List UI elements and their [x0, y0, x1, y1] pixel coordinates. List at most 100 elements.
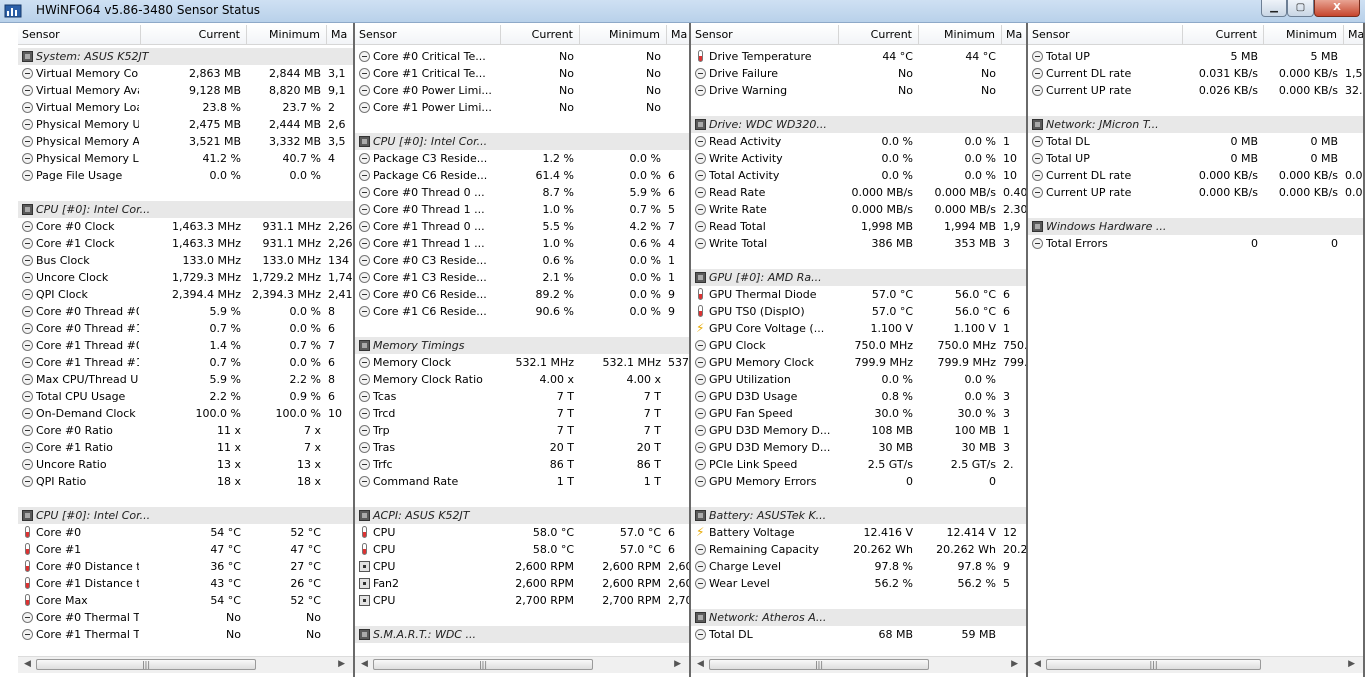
- scrollbar-thumb[interactable]: |||: [36, 659, 256, 670]
- sensor-row[interactable]: Core #0 Critical Te... No No: [355, 48, 689, 65]
- scroll-left-arrow-icon[interactable]: ◀: [697, 659, 704, 669]
- minimize-button[interactable]: ▁: [1261, 0, 1287, 17]
- column-header-current[interactable]: Current: [141, 25, 247, 45]
- sensor-row[interactable]: On-Demand Clock ... 100.0 % 100.0 % 10: [18, 405, 353, 422]
- sensor-group-header[interactable]: CPU [#0]: Intel Cor...: [18, 507, 353, 524]
- sensor-row[interactable]: Total UP 5 MB 5 MB: [1028, 48, 1363, 65]
- sensor-row[interactable]: Core #0 54 °C 52 °C: [18, 524, 353, 541]
- scrollbar-thumb[interactable]: |||: [709, 659, 929, 670]
- sensor-row[interactable]: Virtual Memory Avai... 9,128 MB 8,820 MB 9,…: [18, 82, 353, 99]
- sensor-row[interactable]: Memory Clock Ratio 4.00 x 4.00 x: [355, 371, 689, 388]
- scroll-right-arrow-icon[interactable]: ▶: [1348, 659, 1355, 669]
- sensor-row[interactable]: Core Max 54 °C 52 °C: [18, 592, 353, 609]
- sensor-row[interactable]: Tcas 7 T 7 T: [355, 388, 689, 405]
- sensor-row[interactable]: Package C6 Reside... 61.4 % 0.0 % 6: [355, 167, 689, 184]
- column-header-current[interactable]: Current: [1183, 25, 1264, 45]
- scroll-left-arrow-icon[interactable]: ◀: [1034, 659, 1041, 669]
- sensor-row[interactable]: Trfc 86 T 86 T: [355, 456, 689, 473]
- sensor-row[interactable]: Bus Clock 133.0 MHz 133.0 MHz 134: [18, 252, 353, 269]
- sensor-row[interactable]: Memory Clock 532.1 MHz 532.1 MHz 537.: [355, 354, 689, 371]
- sensor-row[interactable]: Total Activity 0.0 % 0.0 % 10: [691, 167, 1026, 184]
- scroll-right-arrow-icon[interactable]: ▶: [1011, 659, 1018, 669]
- sensor-row[interactable]: Page File Usage 0.0 % 0.0 %: [18, 167, 353, 184]
- scrollbar-thumb[interactable]: |||: [1046, 659, 1261, 670]
- sensor-row[interactable]: Core #1 Ratio 11 x 7 x: [18, 439, 353, 456]
- sensor-row[interactable]: Trp 7 T 7 T: [355, 422, 689, 439]
- sensor-row[interactable]: Write Total 386 MB 353 MB 3: [691, 235, 1026, 252]
- column-header-maximum[interactable]: Ma: [1344, 25, 1363, 45]
- sensor-row[interactable]: Core #1 Thermal T... No No: [18, 626, 353, 643]
- sensor-row[interactable]: CPU 2,700 RPM 2,700 RPM 2,70: [355, 592, 689, 609]
- column-header-current[interactable]: Current: [501, 25, 580, 45]
- sensor-row[interactable]: Total DL 68 MB 59 MB: [691, 626, 1026, 643]
- sensor-row[interactable]: PCIe Link Speed 2.5 GT/s 2.5 GT/s 2.: [691, 456, 1026, 473]
- sensor-row[interactable]: Core #0 Thermal T... No No: [18, 609, 353, 626]
- sensor-row[interactable]: Physical Memory Load 41.2 % 40.7 % 4: [18, 150, 353, 167]
- sensor-group-header[interactable]: Network: Atheros A...: [691, 609, 1026, 626]
- sensor-row[interactable]: Core #0 C6 Reside... 89.2 % 0.0 % 9: [355, 286, 689, 303]
- sensor-row[interactable]: Drive Warning No No: [691, 82, 1026, 99]
- sensor-row[interactable]: Core #1 Power Limi... No No: [355, 99, 689, 116]
- sensor-row[interactable]: Total CPU Usage 2.2 % 0.9 % 6: [18, 388, 353, 405]
- column-header-sensor[interactable]: Sensor: [1028, 25, 1183, 45]
- sensor-row[interactable]: GPU D3D Memory D... 30 MB 30 MB 3: [691, 439, 1026, 456]
- sensor-row[interactable]: GPU Utilization 0.0 % 0.0 %: [691, 371, 1026, 388]
- sensor-row[interactable]: ⚡ GPU Core Voltage (... 1.100 V 1.100 V 1: [691, 320, 1026, 337]
- sensor-row[interactable]: Current UP rate 0.000 KB/s 0.000 KB/s 0.00: [1028, 184, 1363, 201]
- sensor-row[interactable]: Core #0 Thread 0 ... 8.7 % 5.9 % 6: [355, 184, 689, 201]
- sensor-row[interactable]: CPU 58.0 °C 57.0 °C 6: [355, 524, 689, 541]
- sensor-row[interactable]: GPU Clock 750.0 MHz 750.0 MHz 750.: [691, 337, 1026, 354]
- scroll-right-arrow-icon[interactable]: ▶: [674, 659, 681, 669]
- sensor-row[interactable]: Write Rate 0.000 MB/s 0.000 MB/s 2.30: [691, 201, 1026, 218]
- sensor-row[interactable]: GPU Memory Clock 799.9 MHz 799.9 MHz 799.: [691, 354, 1026, 371]
- sensor-row[interactable]: Core #1 Thread 1 ... 1.0 % 0.6 % 4: [355, 235, 689, 252]
- column-header-minimum[interactable]: Minimum: [580, 25, 667, 45]
- sensor-row[interactable]: Core #0 Thread 1 ... 1.0 % 0.7 % 5: [355, 201, 689, 218]
- column-header-current[interactable]: Current: [839, 25, 919, 45]
- sensor-row[interactable]: Core #0 Thread #1... 0.7 % 0.0 % 6: [18, 320, 353, 337]
- sensor-group-header[interactable]: ACPI: ASUS K52JT: [355, 507, 689, 524]
- sensor-row[interactable]: Current DL rate 0.031 KB/s 0.000 KB/s 1,514…: [1028, 65, 1363, 82]
- horizontal-scrollbar[interactable]: ◀ ||| ▶: [1028, 656, 1363, 673]
- sensor-group-header[interactable]: GPU [#0]: AMD Ra...: [691, 269, 1026, 286]
- sensor-row[interactable]: GPU TS0 (DispIO) 57.0 °C 56.0 °C 6: [691, 303, 1026, 320]
- sensor-group-header[interactable]: S.M.A.R.T.: WDC ...: [355, 626, 689, 643]
- sensor-panel-3[interactable]: Sensor Current Minimum Ma Drive Temperature 4…: [691, 23, 1028, 677]
- sensor-row[interactable]: Total UP 0 MB 0 MB: [1028, 150, 1363, 167]
- sensor-row[interactable]: Core #1 Critical Te... No No: [355, 65, 689, 82]
- sensor-row[interactable]: Core #0 Thread #0... 5.9 % 0.0 % 8: [18, 303, 353, 320]
- column-header-sensor[interactable]: Sensor: [691, 25, 839, 45]
- column-header-sensor[interactable]: Sensor: [355, 25, 501, 45]
- column-header-minimum[interactable]: Minimum: [1264, 25, 1344, 45]
- sensor-panel-1[interactable]: Sensor Current Minimum Ma System: ASUS K52JT…: [18, 23, 355, 677]
- sensor-row[interactable]: Core #1 Distance t... 43 °C 26 °C: [18, 575, 353, 592]
- sensor-row[interactable]: Drive Failure No No: [691, 65, 1026, 82]
- sensor-row[interactable]: Read Rate 0.000 MB/s 0.000 MB/s 0.40: [691, 184, 1026, 201]
- sensor-row[interactable]: Trcd 7 T 7 T: [355, 405, 689, 422]
- sensor-group-header[interactable]: CPU [#0]: Intel Cor...: [18, 201, 353, 218]
- close-button[interactable]: X: [1314, 0, 1360, 17]
- sensor-row[interactable]: Uncore Clock 1,729.3 MHz 1,729.2 MHz 1,746: [18, 269, 353, 286]
- sensor-row[interactable]: Read Total 1,998 MB 1,994 MB 1,9: [691, 218, 1026, 235]
- sensor-row[interactable]: Current DL rate 0.000 KB/s 0.000 KB/s 0.00: [1028, 167, 1363, 184]
- sensor-row[interactable]: Total DL 0 MB 0 MB: [1028, 133, 1363, 150]
- sensor-row[interactable]: Charge Level 97.8 % 97.8 % 9: [691, 558, 1026, 575]
- sensor-row[interactable]: Fan2 2,600 RPM 2,600 RPM 2,60: [355, 575, 689, 592]
- sensor-row[interactable]: Max CPU/Thread U... 5.9 % 2.2 % 8: [18, 371, 353, 388]
- sensor-row[interactable]: Tras 20 T 20 T: [355, 439, 689, 456]
- scroll-right-arrow-icon[interactable]: ▶: [338, 659, 345, 669]
- horizontal-scrollbar[interactable]: ◀ ||| ▶: [18, 656, 353, 673]
- sensor-panel-2[interactable]: Sensor Current Minimum Ma Core #0 Critical T…: [355, 23, 691, 677]
- sensor-row[interactable]: Uncore Ratio 13 x 13 x: [18, 456, 353, 473]
- sensor-group-header[interactable]: CPU [#0]: Intel Cor...: [355, 133, 689, 150]
- sensor-row[interactable]: GPU Memory Errors 0 0: [691, 473, 1026, 490]
- sensor-group-header[interactable]: Windows Hardware ...: [1028, 218, 1363, 235]
- sensor-row[interactable]: Drive Temperature 44 °C 44 °C: [691, 48, 1026, 65]
- sensor-row[interactable]: Physical Memory Used 2,475 MB 2,444 MB 2,6: [18, 116, 353, 133]
- sensor-row[interactable]: Core #0 Distance t... 36 °C 27 °C: [18, 558, 353, 575]
- sensor-row[interactable]: Current UP rate 0.026 KB/s 0.000 KB/s 32.02: [1028, 82, 1363, 99]
- sensor-row[interactable]: Core #1 C6 Reside... 90.6 % 0.0 % 9: [355, 303, 689, 320]
- column-header-maximum[interactable]: Ma: [667, 25, 689, 45]
- sensor-row[interactable]: CPU 58.0 °C 57.0 °C 6: [355, 541, 689, 558]
- sensor-row[interactable]: Core #1 Clock 1,463.3 MHz 931.1 MHz 2,261: [18, 235, 353, 252]
